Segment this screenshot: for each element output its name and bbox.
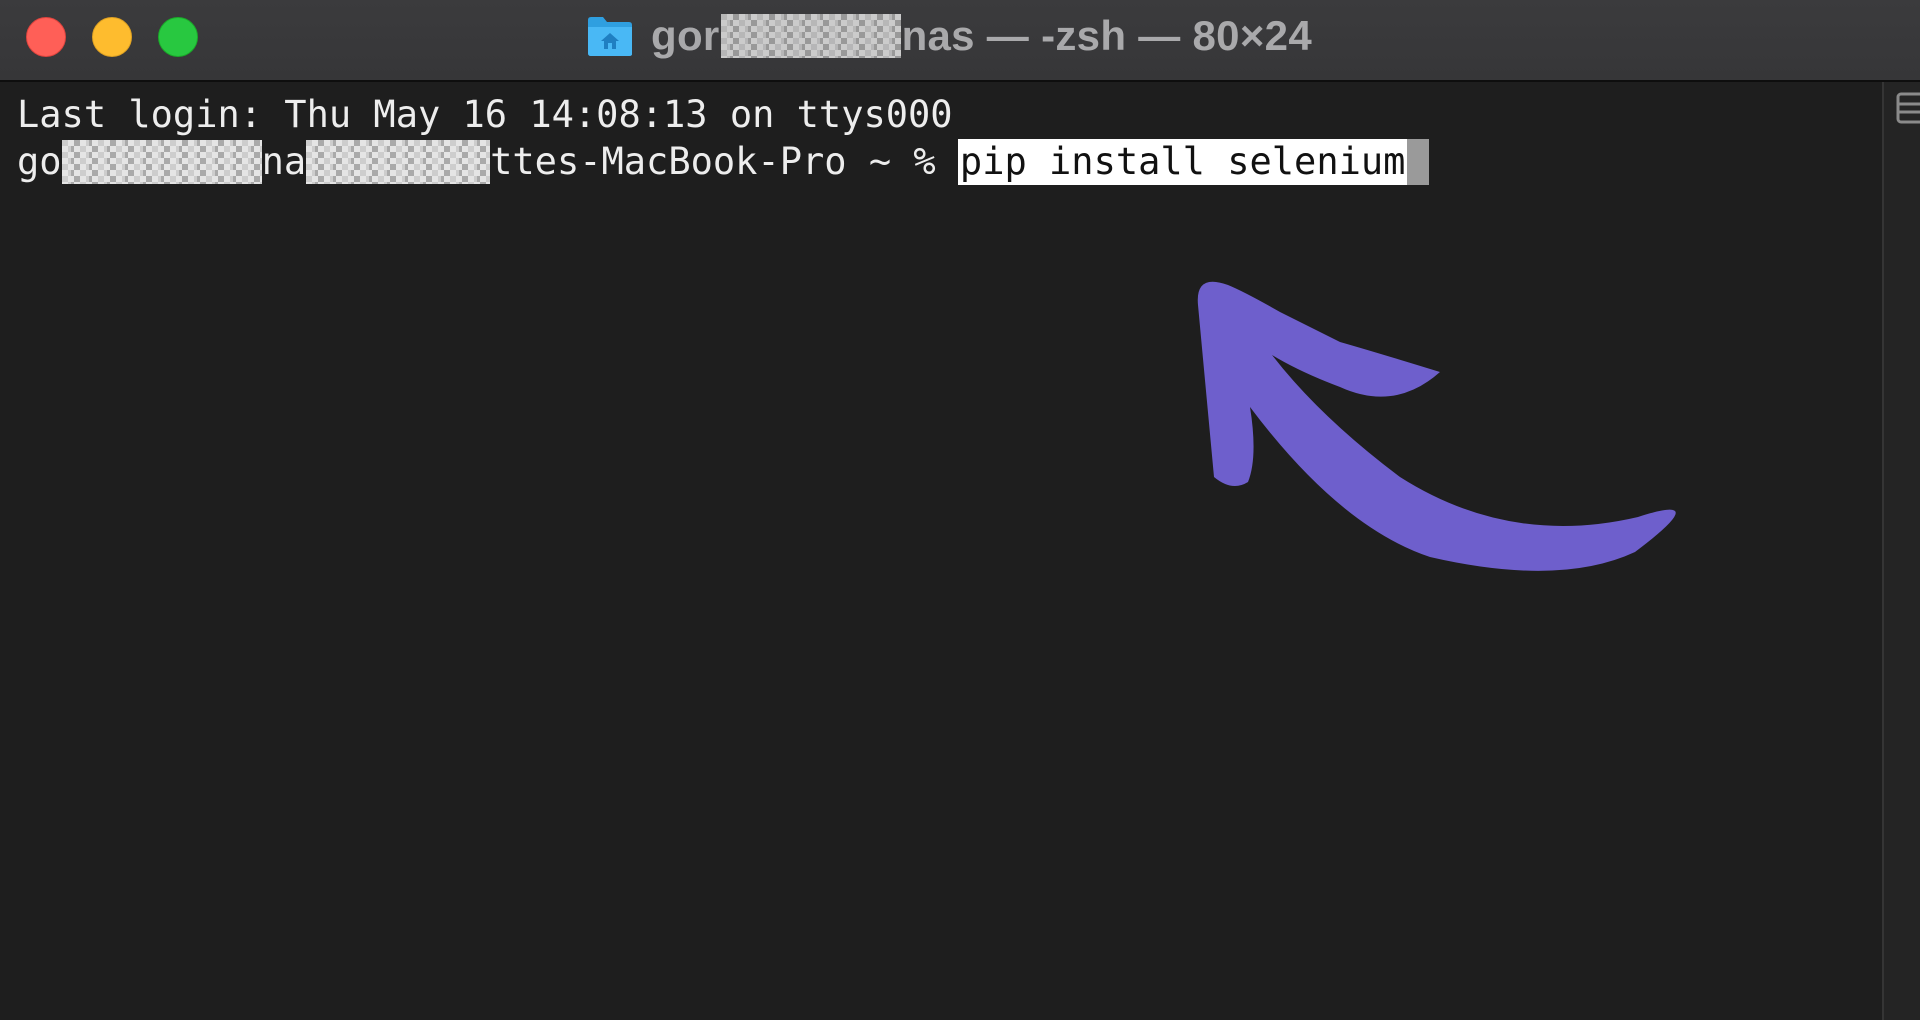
zoom-button[interactable] bbox=[158, 17, 198, 57]
minimize-button[interactable] bbox=[92, 17, 132, 57]
terminal-window: gor nas — -zsh — 80×24 Last login: Thu M… bbox=[0, 0, 1920, 1020]
last-login-line: Last login: Thu May 16 14:08:13 on ttys0… bbox=[17, 92, 953, 138]
command-input[interactable]: pip install selenium bbox=[957, 139, 1408, 185]
scrollbar[interactable] bbox=[1882, 82, 1920, 1020]
curved-arrow-icon bbox=[1197, 281, 1676, 571]
prompt-text-part2: na bbox=[261, 140, 307, 183]
terminal-content[interactable]: Last login: Thu May 16 14:08:13 on ttys0… bbox=[0, 82, 1882, 1020]
window-title: gor nas — -zsh — 80×24 bbox=[585, 10, 1312, 62]
redacted-username bbox=[61, 140, 262, 184]
redacted-hostname bbox=[306, 140, 491, 184]
prompt-line[interactable]: go na ttes-MacBook-Pro ~ % pip install s… bbox=[17, 139, 1430, 185]
text-cursor bbox=[1407, 139, 1430, 185]
title-bar[interactable]: gor nas — -zsh — 80×24 bbox=[0, 0, 1920, 82]
prompt-text-part1: go bbox=[17, 140, 62, 183]
redacted-username bbox=[720, 14, 901, 58]
home-folder-icon bbox=[588, 17, 632, 56]
split-pane-icon[interactable] bbox=[1896, 92, 1920, 124]
title-text-prefix: gor bbox=[651, 12, 720, 59]
title-text-suffix: nas — -zsh — 80×24 bbox=[901, 12, 1312, 59]
last-login-text: Last login: Thu May 16 14:08:13 on ttys0… bbox=[17, 93, 953, 136]
close-button[interactable] bbox=[26, 17, 66, 57]
prompt-text-part3: ttes-MacBook-Pro ~ % bbox=[490, 140, 958, 183]
